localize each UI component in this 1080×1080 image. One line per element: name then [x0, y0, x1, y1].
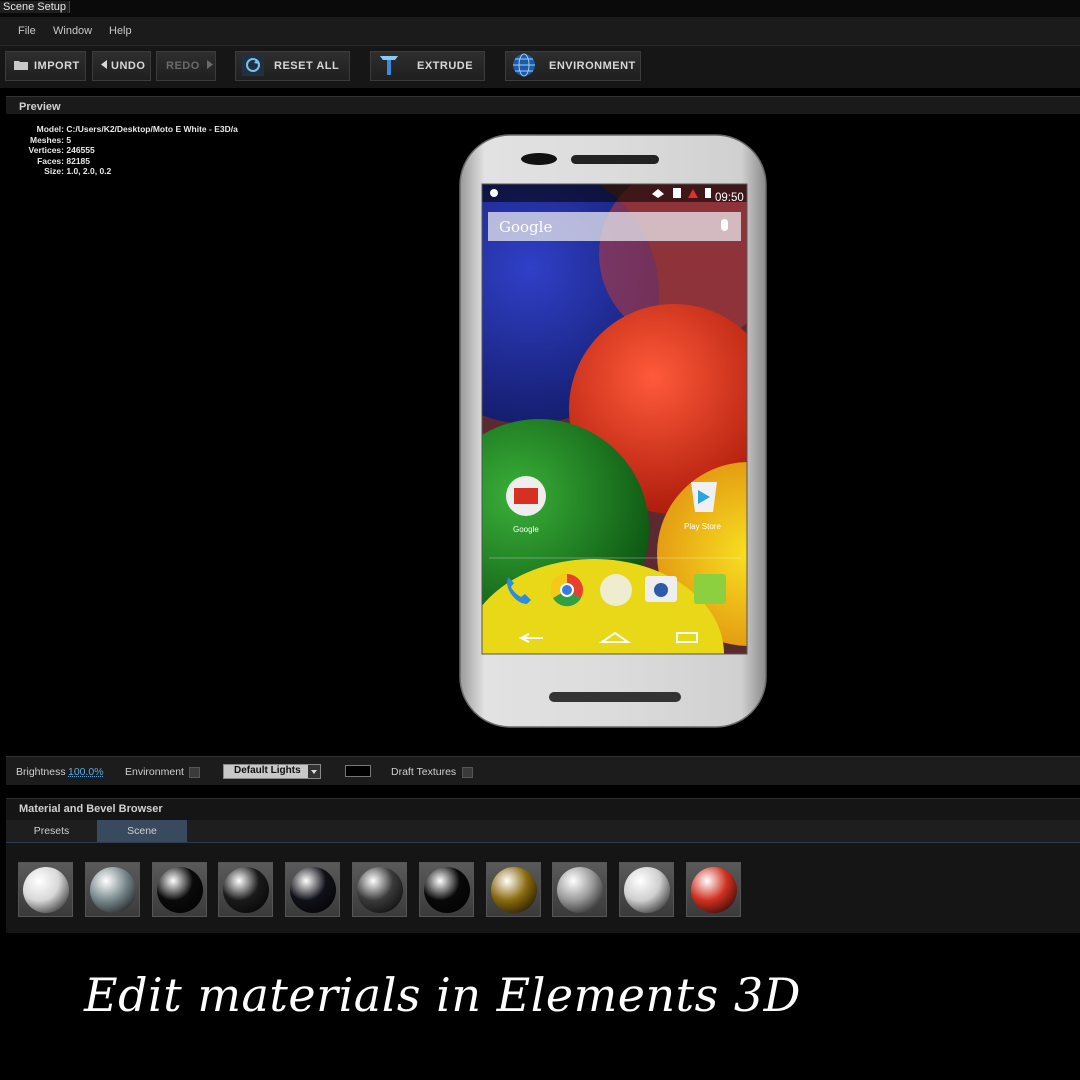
tab-scene[interactable]: Scene [97, 820, 187, 842]
extrude-icon [377, 53, 401, 80]
preview-title: Preview [19, 101, 61, 113]
material-swatch[interactable] [352, 862, 407, 917]
brightness-value[interactable]: 100.0% [68, 766, 104, 778]
red-green-sphere-icon [691, 867, 737, 913]
title-bar: Scene Setup [0, 0, 1080, 17]
google-search-logo: Google [499, 218, 552, 236]
light-gray-sphere-icon [557, 867, 604, 913]
vertices-label: Vertices: [28, 145, 64, 156]
model-label: Model: [36, 124, 64, 134]
meshes-value: 5 [66, 134, 72, 145]
phone-model: 09:50 Google Google Play Store [459, 134, 767, 728]
white-matte-sphere-icon [23, 867, 69, 913]
gloss-black-sphere-icon [156, 867, 203, 913]
material-swatch[interactable] [485, 862, 541, 917]
black-sphere-icon [423, 867, 470, 913]
reset-all-label: RESET ALL [274, 60, 340, 72]
menu-window[interactable]: Window [53, 25, 92, 37]
extrude-label: EXTRUDE [417, 60, 474, 72]
menu-file[interactable]: File [18, 25, 36, 37]
tab-presets[interactable]: Presets [6, 820, 97, 842]
silver-sphere-icon [624, 867, 671, 913]
import-label: IMPORT [34, 60, 80, 72]
folder-icon [14, 59, 28, 73]
messaging-icon [694, 574, 726, 604]
size-label: Size: [44, 166, 64, 177]
material-swatch[interactable] [418, 862, 474, 917]
chevron-down-icon [308, 765, 320, 778]
menu-bar: File Window Help [0, 17, 1080, 46]
app-drawer-icon [600, 574, 632, 606]
material-swatch[interactable] [686, 862, 741, 917]
size-value: 1.0, 2.0, 0.2 [66, 166, 112, 177]
redo-label: REDO [166, 60, 200, 72]
screen-clock: 09:50 [715, 192, 744, 204]
meshes-label: Meshes: [29, 134, 64, 145]
faces-value: 82185 [66, 155, 91, 166]
chrome-sphere-icon [89, 867, 136, 913]
draft-textures-checkbox[interactable] [462, 767, 473, 778]
material-swatch[interactable] [18, 862, 73, 917]
preview-header: Preview [6, 96, 1080, 115]
reset-all-button[interactable]: RESET ALL [235, 51, 350, 81]
speaker-grille [549, 692, 681, 702]
gold-sphere-icon [490, 867, 537, 913]
model-value: C:/Users/K2/Desktop/Moto E White - E3D/a [66, 124, 238, 134]
material-browser-title: Material and Bevel Browser [19, 803, 163, 815]
earpiece [571, 155, 659, 164]
promo-caption: Edit materials in Elements 3D [84, 968, 801, 1022]
material-swatch[interactable] [218, 862, 274, 917]
material-swatch[interactable] [552, 862, 608, 917]
lights-select-value: Default Lights [234, 765, 301, 776]
environment-label: ENVIRONMENT [549, 60, 636, 72]
front-camera [521, 153, 557, 165]
lights-select[interactable]: Default Lights [223, 764, 321, 779]
preview-statusbar: Brightness 100.0% Environment Default Li… [6, 756, 1080, 785]
material-tabs: Presets Scene [6, 820, 1080, 843]
globe-icon [511, 52, 537, 81]
material-swatch[interactable] [619, 862, 675, 917]
draft-textures-label: Draft Textures [391, 766, 457, 778]
google-app-label: Google [513, 525, 539, 534]
brightness-label: Brightness [16, 766, 66, 778]
dark-gray-sphere-icon [357, 867, 403, 913]
environment-toggle-label: Environment [125, 766, 184, 778]
vertices-value: 246555 [66, 145, 95, 156]
play-store-label: Play Store [684, 522, 721, 531]
textured-black-sphere-icon [223, 867, 270, 913]
environment-checkbox[interactable] [189, 767, 200, 778]
background-color-swatch[interactable] [345, 765, 371, 777]
menu-help[interactable]: Help [109, 25, 132, 37]
phone-screen: 09:50 Google Google Play Store [482, 184, 747, 654]
environment-button[interactable]: ENVIRONMENT [505, 51, 641, 81]
reset-icon [242, 53, 264, 79]
redo-button[interactable]: REDO [156, 51, 216, 81]
import-button[interactable]: IMPORT [5, 51, 86, 81]
material-swatch[interactable] [84, 862, 140, 917]
undo-label: UNDO [111, 60, 146, 72]
window-title: Scene Setup [0, 1, 70, 13]
faces-label: Faces: [37, 155, 64, 166]
toolbar: IMPORT UNDO REDO RESET ALL EXTRUDE ENVIR… [0, 46, 1080, 88]
arrow-right-icon [206, 60, 213, 72]
undo-button[interactable]: UNDO [92, 51, 151, 81]
black-blue-rim-sphere-icon [290, 867, 337, 913]
model-info: Model: C:/Users/K2/Desktop/Moto E White … [12, 124, 238, 177]
arrow-left-icon [101, 60, 107, 72]
mic-icon [721, 219, 728, 231]
material-swatch[interactable] [151, 862, 207, 917]
extrude-button[interactable]: EXTRUDE [370, 51, 485, 81]
material-swatch[interactable] [285, 862, 341, 917]
